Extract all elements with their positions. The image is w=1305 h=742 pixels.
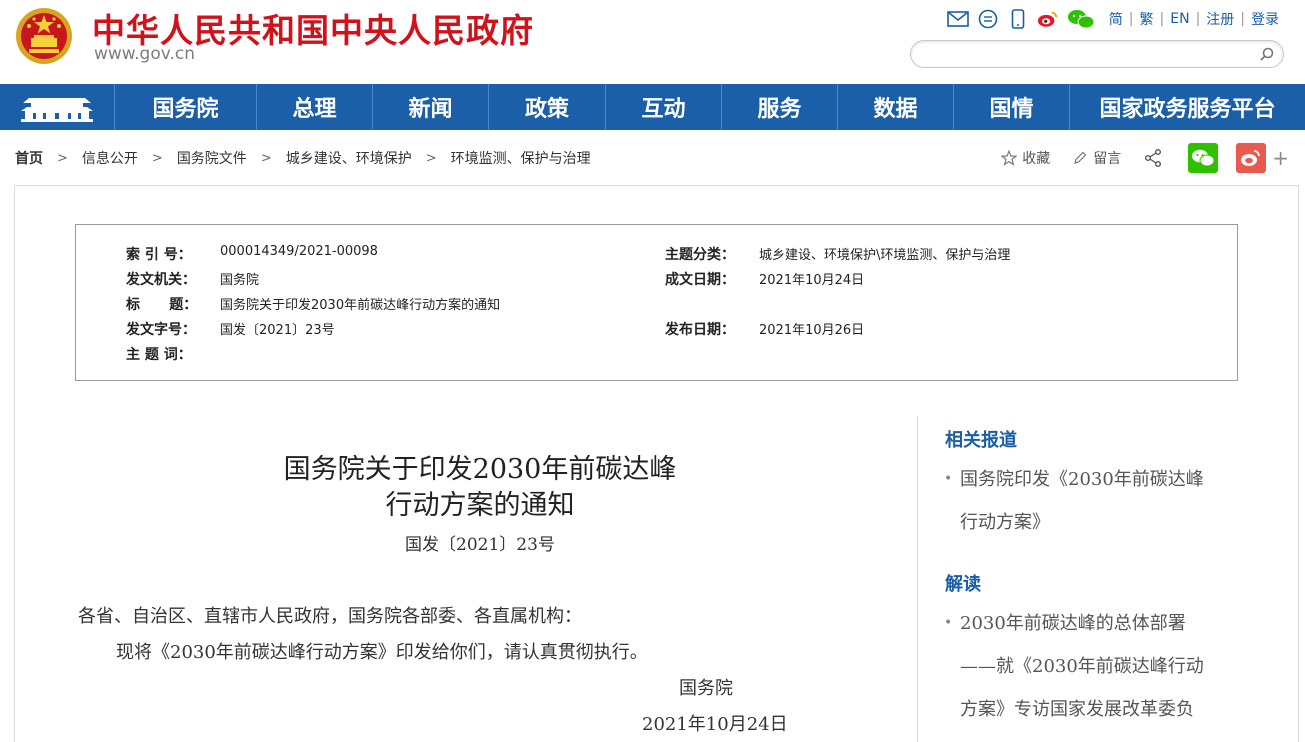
article-title-line1: 国务院关于印发2030年前碳达峰 [283,454,677,485]
login-link[interactable]: 登录 [1245,9,1285,29]
chat-bubble-icon[interactable] [977,9,999,29]
meta-index-value: 000014349/2021-00098 [220,244,378,259]
column-divider [917,416,918,742]
meta-publish-date-value: 2021年10月26日 [759,323,865,338]
breadcrumb-urban-environment[interactable]: 城乡建设、环境保护 [286,148,412,168]
meta-keywords-label: 主 题 词： [126,347,192,363]
meta-title-value: 国务院关于印发2030年前碳达峰行动方案的通知 [220,298,501,313]
search-box [910,40,1284,68]
breadcrumb: 首页 > 信息公开 > 国务院文件 > 城乡建设、环境保护 > 环境监测、保护与… [15,147,591,169]
meta-written-date-value: 2021年10月24日 [759,273,865,288]
nav-premier[interactable]: 总理 [257,84,373,130]
search-icon[interactable] [1259,46,1275,62]
interpretation-line1: 2030年前碳达峰的总体部署 [960,613,1186,634]
article-salutation: 各省、自治区、直辖市人民政府，国务院各部委、各直属机构： [78,606,582,627]
weibo-share-button[interactable] [1236,143,1267,173]
meta-topic-label: 主题分类： [665,247,735,263]
top-links: 简 | 繁 | EN | 注册 | 登录 [946,8,1285,30]
meta-doc-no-value: 国发〔2021〕23号 [220,323,335,338]
meta-issuer-value: 国务院 [220,273,260,288]
chevron-right-icon: > [260,150,272,166]
nav-services[interactable]: 服务 [722,84,838,130]
nav-gov-service-platform[interactable]: 国家政务服务平台 [1070,84,1305,130]
tiananmen-icon [21,98,93,122]
breadcrumb-environment-monitoring[interactable]: 环境监测、保护与治理 [451,148,591,168]
article-title: 国务院关于印发2030年前碳达峰 行动方案的通知 [180,452,780,524]
comment-button[interactable]: 留言 [1072,148,1121,168]
interpretation-line3: 方案》专访国家发展改革委负 [960,699,1194,720]
related-report-item[interactable]: • 国务院印发《2030年前碳达峰 行动方案》 [944,458,1244,544]
favorite-button[interactable]: 收藏 [1001,148,1050,168]
share-icon [1145,149,1162,167]
interpretation-item[interactable]: • 2030年前碳达峰的总体部署 ——就《2030年前碳达峰行动 方案》专访国家… [944,602,1244,731]
article-title-line2: 行动方案的通知 [385,490,575,521]
related-report-line1: 国务院印发《2030年前碳达峰 [960,469,1204,490]
bullet-icon: • [944,615,953,631]
share-button[interactable] [1143,148,1168,168]
wechat-icon [1192,149,1215,167]
breadcrumb-state-council-docs[interactable]: 国务院文件 [177,148,247,168]
nav-national-info[interactable]: 国情 [954,84,1070,130]
share-toolbar: 收藏 留言 + [987,143,1289,173]
nav-policies[interactable]: 政策 [489,84,606,130]
meta-title-label: 标 题： [126,297,198,313]
wechat-share-button[interactable] [1188,143,1219,173]
chevron-right-icon: > [425,150,437,166]
meta-doc-no-label: 发文字号： [126,322,196,338]
article-doc-number: 国发〔2021〕23号 [405,535,555,555]
search-input[interactable] [923,41,1253,67]
chevron-right-icon: > [151,150,163,166]
meta-written-date-label: 成文日期： [665,272,735,288]
site-domain[interactable]: www.gov.cn [94,44,195,64]
comment-label: 留言 [1093,151,1122,167]
more-share-icon[interactable]: + [1272,146,1289,170]
meta-index-label: 索 引 号： [126,247,192,263]
interpretation-line2: ——就《2030年前碳达峰行动 [960,656,1204,677]
register-link[interactable]: 注册 [1200,9,1240,29]
article-signature: 国务院 [679,678,733,699]
article-date: 2021年10月24日 [642,714,788,735]
article-paragraph: 现将《2030年前碳达峰行动方案》印发给你们，请认真贯彻执行。 [116,642,648,663]
breadcrumb-info-disclosure[interactable]: 信息公开 [82,148,138,168]
wechat-icon[interactable] [1067,9,1095,29]
star-icon [1001,150,1018,166]
lang-simplified-link[interactable]: 简 [1103,9,1129,29]
meta-issuer-label: 发文机关： [126,272,196,288]
interpretation-heading: 解读 [945,574,981,595]
mail-icon[interactable] [946,9,969,29]
nav-home[interactable] [0,84,115,130]
chevron-right-icon: > [57,150,68,166]
weibo-icon [1241,150,1261,166]
related-report-line2: 行动方案》 [960,512,1050,533]
lang-traditional-link[interactable]: 繁 [1134,9,1160,29]
meta-topic-value: 城乡建设、环境保护\环境监测、保护与治理 [759,248,1011,263]
bullet-icon: • [944,471,953,487]
related-reports-heading: 相关报道 [945,430,1017,451]
nav-interaction[interactable]: 互动 [606,84,722,130]
nav-data[interactable]: 数据 [838,84,954,130]
mobile-icon[interactable] [1007,9,1029,29]
lang-english-link[interactable]: EN [1164,11,1195,27]
national-emblem-icon[interactable] [14,6,74,66]
site-header: 中华人民共和国中央人民政府 www.gov.cn 简 | 繁 | EN | 注册… [0,0,1305,84]
favorite-label: 收藏 [1022,151,1051,167]
weibo-icon[interactable] [1037,9,1059,29]
nav-state-council[interactable]: 国务院 [115,84,257,130]
nav-news[interactable]: 新闻 [373,84,489,130]
document-meta-table: 索 引 号： 000014349/2021-00098 主题分类： 城乡建设、环… [75,224,1238,381]
pencil-icon [1074,151,1087,164]
breadcrumb-home[interactable]: 首页 [15,148,43,168]
main-nav: 国务院 总理 新闻 政策 互动 服务 数据 国情 国家政务服务平台 [0,84,1305,130]
meta-publish-date-label: 发布日期： [665,322,735,338]
